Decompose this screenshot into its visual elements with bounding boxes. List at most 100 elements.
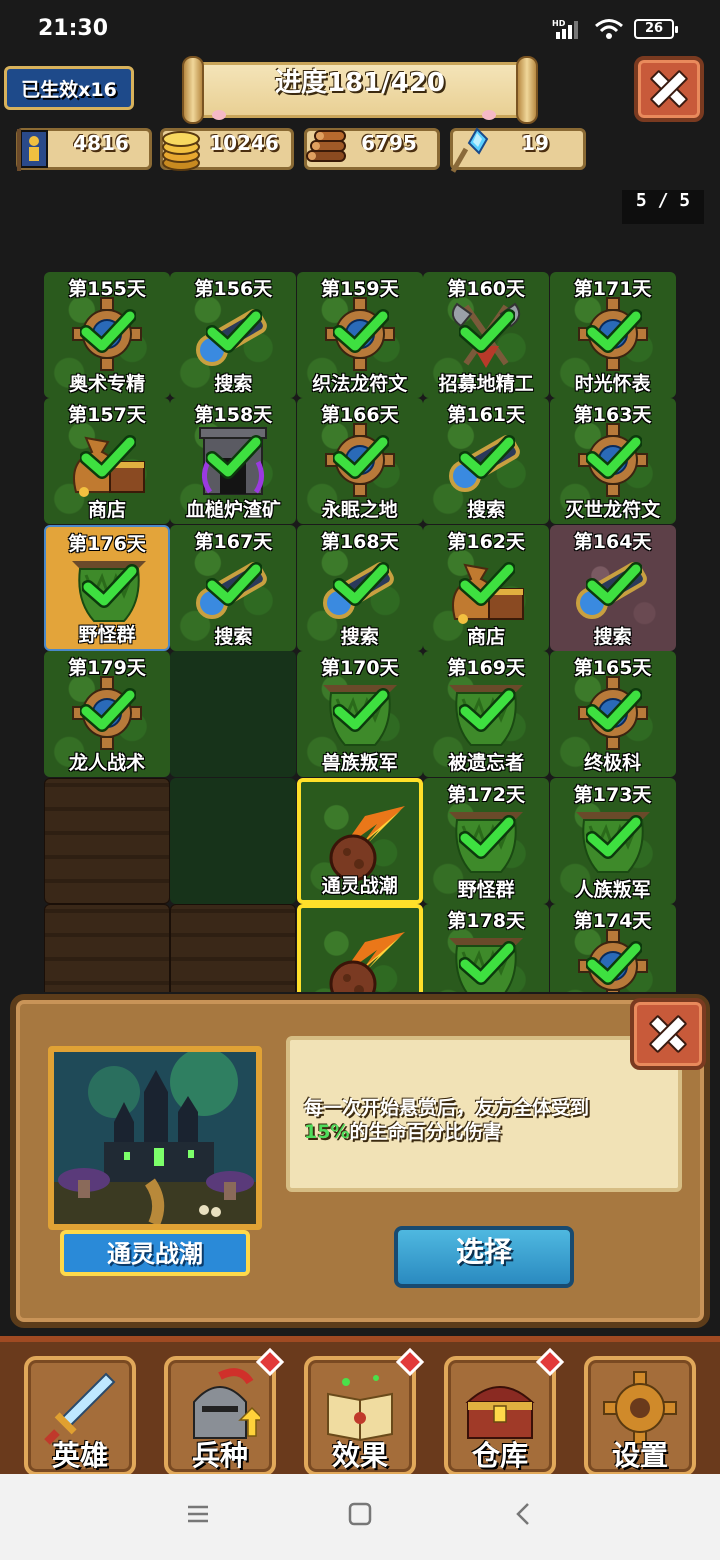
troop-icon bbox=[17, 129, 48, 171]
resource-troops: 4816 bbox=[16, 128, 152, 171]
event-tile[interactable]: 第172天 野怪群 bbox=[423, 777, 550, 904]
event-tile[interactable]: 通灵战潮 bbox=[296, 777, 423, 904]
tile-day-label: 第172天 bbox=[447, 783, 526, 806]
tile-event-name: 织法龙符文 bbox=[312, 373, 408, 395]
tile-day-label: 第171天 bbox=[573, 278, 652, 300]
event-tile[interactable]: 第165天终极科 bbox=[549, 651, 676, 778]
tile-day-label: 第159天 bbox=[320, 278, 399, 300]
checkmark-icon bbox=[584, 687, 643, 733]
event-tile[interactable]: 第179天 龙人战术 bbox=[44, 651, 170, 778]
tile-event-name: 灭世龙符文 bbox=[565, 499, 661, 522]
battery-indicator: 26 bbox=[634, 19, 678, 39]
event-tile[interactable]: 第174天 bbox=[549, 904, 676, 992]
empty-tile bbox=[44, 777, 170, 904]
tile-event-name: 商店 bbox=[467, 625, 506, 648]
select-button[interactable]: 选择 bbox=[394, 1226, 574, 1288]
event-tile[interactable]: 第156天 搜索 bbox=[170, 272, 297, 398]
checkmark-icon bbox=[79, 434, 137, 480]
event-grid: 第155天 奥术专精 第156天 搜索 第159天 织法龙符文 第160天 招募地精工 第171… bbox=[44, 272, 676, 992]
event-tile[interactable]: 第158天 血槌炉渣矿 bbox=[170, 398, 297, 525]
event-tile[interactable]: 第167天 搜索 bbox=[170, 524, 297, 651]
checkmark-icon bbox=[331, 434, 390, 480]
tile-event-name: 招募地精工 bbox=[438, 373, 534, 395]
tile-day-label: 第161天 bbox=[447, 404, 526, 427]
close-panel-button[interactable] bbox=[630, 998, 706, 1070]
fire-meteor-icon bbox=[321, 932, 407, 992]
checkmark-icon bbox=[79, 308, 137, 354]
event-tile[interactable]: 第162天 商店 bbox=[423, 524, 550, 651]
tile-event-name: 兽族叛军 bbox=[321, 752, 398, 775]
haunted-castle-image bbox=[54, 1052, 256, 1224]
tile-day-label: 第165天 bbox=[573, 657, 652, 680]
event-tile[interactable]: 第171天 时光怀表 bbox=[549, 272, 676, 398]
event-name-ribbon: 通灵战潮 bbox=[60, 1230, 250, 1276]
checkmark-icon bbox=[584, 434, 643, 480]
resource-value: 19 bbox=[521, 131, 549, 155]
tile-event-name: 被遗忘者 bbox=[448, 752, 525, 775]
gold-coins-icon bbox=[162, 131, 200, 171]
network-type: HD bbox=[552, 19, 566, 28]
tile-day-label: 第176天 bbox=[68, 532, 146, 555]
active-effects-badge[interactable]: 已生效x16 bbox=[4, 66, 134, 110]
wood-logs-icon bbox=[306, 130, 346, 162]
event-tile[interactable]: 第176天 野怪群 bbox=[44, 524, 170, 651]
tile-day-label: 第156天 bbox=[194, 278, 273, 300]
description-text-after: 的生命百分比伤害 bbox=[349, 1121, 502, 1143]
event-tile[interactable]: 第178天 bbox=[423, 904, 550, 992]
game-screen: 21:30 HD 26 已生效x16 进度181/420 4816 10246 … bbox=[0, 0, 720, 1560]
empty-tile[interactable] bbox=[296, 904, 423, 992]
tile-event-name: 商店 bbox=[87, 499, 126, 522]
nav-warehouse[interactable]: 仓库 bbox=[444, 1347, 565, 1476]
empty-tile bbox=[170, 651, 297, 778]
event-portrait bbox=[48, 1046, 262, 1230]
checkmark-icon bbox=[205, 434, 264, 480]
tile-day-label: 第163天 bbox=[573, 404, 652, 427]
tile-day-label: 第169天 bbox=[447, 657, 526, 680]
notification-badge bbox=[395, 1347, 425, 1377]
event-description: 每一次开始悬赏后，友方全体受到 15%的生命百分比伤害 bbox=[286, 1036, 682, 1192]
event-tile[interactable]: 第166天永眠之地 bbox=[296, 398, 423, 525]
event-tile[interactable]: 第164天 搜索 bbox=[549, 524, 676, 651]
tile-day-label: 第167天 bbox=[194, 530, 273, 553]
status-bar: 21:30 HD 26 bbox=[0, 0, 720, 60]
event-tile[interactable]: 第155天 奥术专精 bbox=[44, 272, 170, 398]
event-tile[interactable]: 第163天灭世龙符文 bbox=[549, 398, 676, 525]
back-icon[interactable] bbox=[512, 1502, 536, 1526]
event-tile[interactable]: 第160天 招募地精工 bbox=[423, 272, 550, 398]
description-percent: 15% bbox=[304, 1121, 350, 1143]
tile-day-label: 第168天 bbox=[320, 530, 399, 553]
bottom-nav: 英雄 兵种 效果 仓库 设置 bbox=[0, 1336, 720, 1476]
tile-event-name: 永眠之地 bbox=[321, 499, 398, 522]
empty-tile bbox=[44, 904, 170, 992]
event-tile[interactable]: 第173天 人族叛军 bbox=[549, 777, 676, 904]
nav-label: 兵种 bbox=[191, 1439, 248, 1472]
notification-badge bbox=[255, 1347, 285, 1377]
resource-wood: 6795 bbox=[304, 128, 440, 170]
event-tile[interactable]: 第168天搜索 bbox=[296, 524, 423, 651]
home-icon[interactable] bbox=[348, 1502, 372, 1526]
nav-settings[interactable]: 设置 bbox=[584, 1356, 696, 1476]
checkmark-icon bbox=[205, 561, 264, 607]
nav-units[interactable]: 兵种 bbox=[164, 1347, 285, 1476]
tile-day-label: 第166天 bbox=[320, 404, 399, 427]
description-text-before: 每一次开始悬赏后，友方全体受到 bbox=[304, 1097, 590, 1119]
tile-day-label: 第155天 bbox=[68, 278, 146, 300]
tile-event-name: 搜索 bbox=[340, 625, 379, 648]
recent-apps-icon[interactable] bbox=[186, 1502, 210, 1526]
resource-value: 4816 bbox=[73, 131, 129, 155]
close-button[interactable] bbox=[634, 56, 704, 122]
nav-effects[interactable]: 效果 bbox=[304, 1347, 425, 1476]
empty-tile bbox=[170, 904, 297, 992]
event-tile[interactable]: 第157天 商店 bbox=[44, 398, 170, 525]
checkmark-icon bbox=[458, 940, 517, 986]
event-tile[interactable]: 第159天织法龙符文 bbox=[296, 272, 423, 398]
nav-label: 英雄 bbox=[51, 1439, 108, 1472]
page-indicator: 5 / 5 bbox=[622, 190, 704, 224]
event-tile[interactable]: 第170天 兽族叛军 bbox=[296, 651, 423, 778]
nav-heroes[interactable]: 英雄 bbox=[24, 1356, 136, 1476]
tile-event-name: 终极科 bbox=[584, 752, 642, 775]
event-tile[interactable]: 第169天被遗忘者 bbox=[423, 651, 550, 778]
checkmark-icon bbox=[331, 561, 390, 607]
event-tile[interactable]: 第161天 搜索 bbox=[423, 398, 550, 525]
tile-day-label: 第158天 bbox=[194, 404, 273, 427]
